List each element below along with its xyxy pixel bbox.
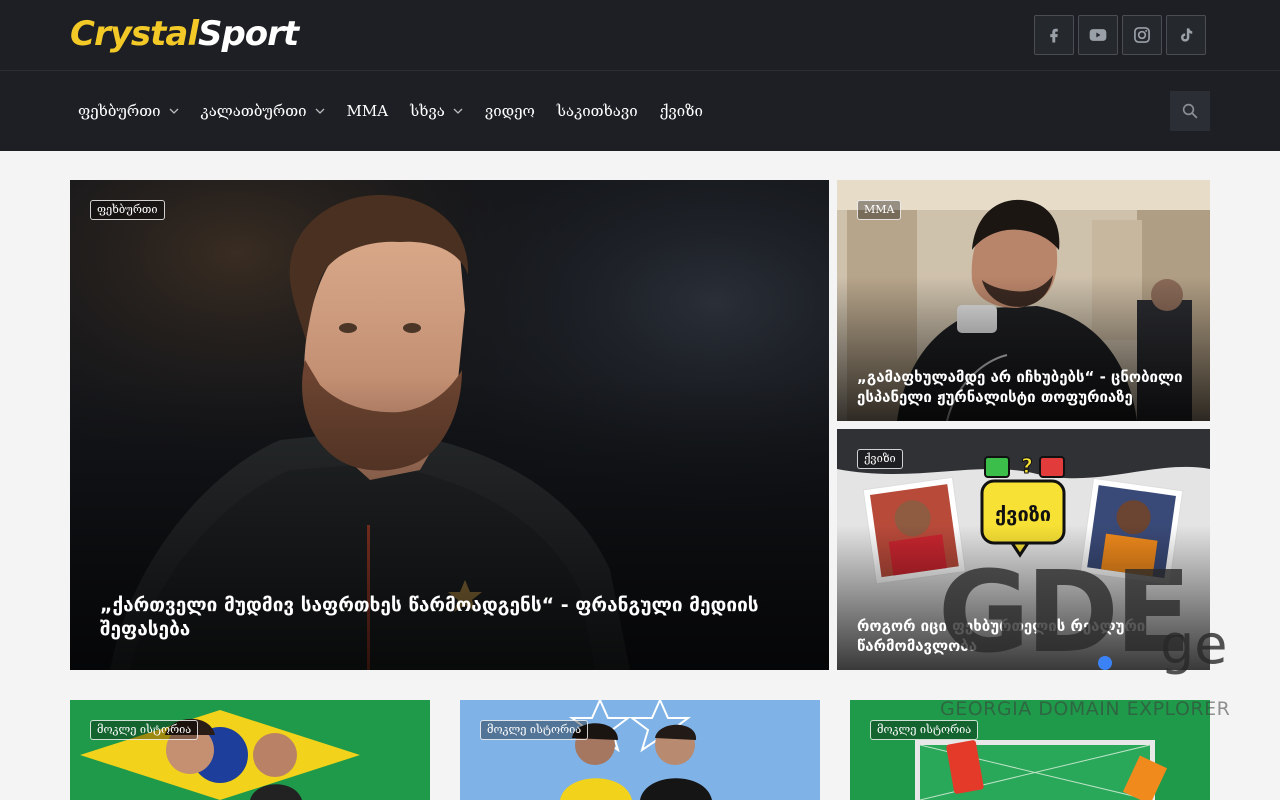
nav-item-label: MMA xyxy=(346,102,389,120)
main-nav: ფეხბურთი კალათბურთი MMA სხვა ვიდეო საკით… xyxy=(70,71,717,151)
nav-item-label: ვიდეო xyxy=(484,102,535,120)
nav-item-label: ქვიზი xyxy=(659,102,703,120)
quiz-image-text: ქვიზი xyxy=(995,502,1051,526)
article-card[interactable]: მოკლე ისტორია xyxy=(460,700,820,800)
nav-item-video[interactable]: ვიდეო xyxy=(477,91,543,131)
tiktok-link[interactable] xyxy=(1166,15,1206,55)
article-title[interactable]: „გამაფხულამდე არ იჩხუბებს“ - ცნობილი ესპ… xyxy=(857,368,1190,407)
nav-item-label: საკითხავი xyxy=(556,102,638,120)
category-badge[interactable]: მოკლე ისტორია xyxy=(870,720,979,740)
chevron-down-icon xyxy=(169,108,178,114)
category-badge[interactable]: MMA xyxy=(857,200,902,220)
category-badge[interactable]: ქვიზი xyxy=(857,449,903,469)
category-badge[interactable]: ფეხბურთი xyxy=(90,200,165,220)
search-button[interactable] xyxy=(1170,91,1210,131)
site-logo[interactable]: CrystalSport xyxy=(70,14,299,54)
nav-item-quiz[interactable]: ქვიზი xyxy=(652,91,711,131)
instagram-icon xyxy=(1134,27,1150,43)
svg-text:?: ? xyxy=(1021,454,1033,478)
category-badge[interactable]: მოკლე ისტორია xyxy=(480,720,589,740)
nav-item-label: კალათბურთი xyxy=(200,102,307,120)
chevron-down-icon xyxy=(315,108,324,114)
article-image xyxy=(460,700,820,800)
nav-item-mma[interactable]: MMA xyxy=(339,91,397,131)
article-card[interactable]: მოკლე ისტორია xyxy=(850,700,1210,800)
chevron-down-icon xyxy=(453,108,463,114)
article-title[interactable]: როგორ იცი ფეხბურთელის რეალური წარმომავლო… xyxy=(857,617,1190,656)
main-navigation-bar: ფეხბურთი კალათბურთი MMA სხვა ვიდეო საკით… xyxy=(0,70,1280,151)
article-card[interactable]: მოკლე ისტორია xyxy=(70,700,430,800)
nav-item-reading[interactable]: საკითხავი xyxy=(549,91,646,131)
facebook-link[interactable] xyxy=(1034,15,1074,55)
article-image xyxy=(70,700,430,800)
featured-article-main[interactable]: ფეხბურთი „ქართველი მუდმივ საფრთხეს წარმო… xyxy=(70,180,829,670)
featured-article-side-1[interactable]: MMA „გამაფხულამდე არ იჩხუბებს“ - ცნობილი… xyxy=(837,180,1210,421)
nav-item-basketball[interactable]: კალათბურთი xyxy=(193,91,333,131)
category-badge[interactable]: მოკლე ისტორია xyxy=(90,720,199,740)
nav-item-football[interactable]: ფეხბურთი xyxy=(70,91,187,131)
nav-item-label: სხვა xyxy=(410,102,445,120)
instagram-link[interactable] xyxy=(1122,15,1162,55)
article-title[interactable]: „ქართველი მუდმივ საფრთხეს წარმოადგენს“ -… xyxy=(100,593,769,642)
logo-part-crystal: Crystal xyxy=(70,14,199,54)
facebook-icon xyxy=(1050,28,1058,43)
article-image xyxy=(850,700,1210,800)
top-bar: CrystalSport xyxy=(0,0,1280,70)
social-links xyxy=(1034,15,1206,55)
youtube-link[interactable] xyxy=(1078,15,1118,55)
nav-item-label: ფეხბურთი xyxy=(78,102,161,120)
nav-item-other[interactable]: სხვა xyxy=(402,91,471,131)
featured-article-side-2[interactable]: ქვიზი ? ქვიზი როგორ იცი ფეხბურთელის რეალ… xyxy=(837,429,1210,670)
search-icon xyxy=(1182,103,1198,119)
youtube-icon xyxy=(1089,29,1107,41)
tiktok-icon xyxy=(1181,28,1193,42)
logo-part-sport: Sport xyxy=(197,14,299,54)
